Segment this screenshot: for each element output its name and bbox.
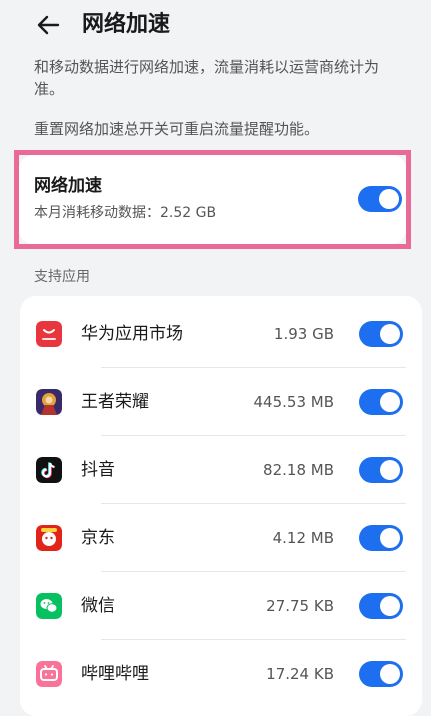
app-toggle[interactable] [359, 389, 403, 415]
app-data-size: 27.75 KB [266, 597, 334, 615]
header: 网络加速 [0, 0, 431, 56]
app-data-size: 4.12 MB [272, 529, 334, 547]
app-name: 王者荣耀 [81, 392, 149, 412]
reset-hint-text: 重置网络加速总开关可重启流量提醒功能。 [34, 120, 320, 138]
app-name: 哔哩哔哩 [81, 664, 149, 684]
app-toggle[interactable] [359, 525, 403, 551]
app-name: 微信 [81, 596, 115, 616]
app-toggle[interactable] [359, 661, 403, 687]
list-item: 华为应用市场 1.93 GB [20, 300, 422, 368]
wechat-icon [36, 593, 62, 619]
douyin-icon [36, 457, 62, 483]
app-toggle[interactable] [359, 593, 403, 619]
list-item: 抖音 82.18 MB [20, 436, 422, 504]
huawei-appgallery-icon [36, 321, 62, 347]
app-data-size: 17.24 KB [266, 665, 334, 683]
network-acceleration-toggle[interactable] [358, 186, 402, 212]
jd-icon [36, 525, 62, 551]
app-name: 华为应用市场 [81, 324, 183, 344]
bilibili-icon [36, 661, 62, 687]
app-data-size: 445.53 MB [253, 393, 335, 411]
list-item: 京东 4.12 MB [20, 504, 422, 572]
back-arrow-icon[interactable] [34, 10, 64, 40]
app-name: 京东 [81, 528, 115, 548]
network-acceleration-title: 网络加速 [34, 176, 102, 196]
list-item: 哔哩哔哩 17.24 KB [20, 640, 422, 708]
highlight-box [14, 150, 411, 249]
description-text: 和移动数据进行网络加速，流量消耗以运营商统计为准。 [34, 58, 380, 98]
page-title: 网络加速 [82, 12, 171, 37]
app-data-size: 1.93 GB [273, 325, 334, 343]
honor-of-kings-icon [36, 389, 62, 415]
app-toggle[interactable] [359, 457, 403, 483]
monthly-data-usage: 本月消耗移动数据：2.52 GB [34, 205, 217, 221]
list-item: 王者荣耀 445.53 MB [20, 368, 422, 436]
list-item: 微信 27.75 KB [20, 572, 422, 640]
app-data-size: 82.18 MB [263, 461, 334, 479]
section-title: 支持应用 [34, 269, 90, 285]
app-name: 抖音 [81, 460, 115, 480]
app-toggle[interactable] [359, 321, 403, 347]
